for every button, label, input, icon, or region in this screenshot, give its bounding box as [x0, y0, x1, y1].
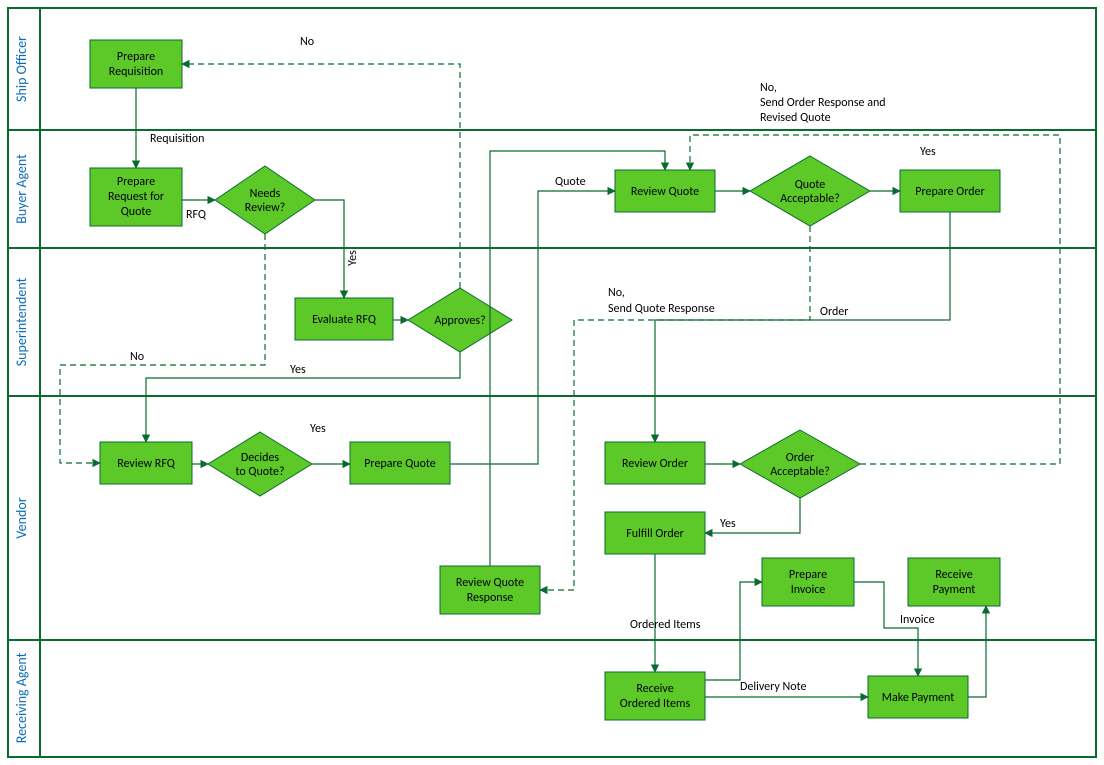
svg-text:Quote: Quote: [121, 205, 152, 219]
node-evaluate-rfq: Evaluate RFQ: [295, 298, 393, 340]
svg-text:Prepare: Prepare: [117, 50, 155, 64]
label-order: Order: [820, 305, 848, 319]
label-rfq: RFQ: [186, 208, 207, 222]
svg-text:Needs: Needs: [250, 187, 281, 201]
edge-makepay-recvpay: [968, 606, 986, 697]
edge-order: [655, 212, 950, 442]
label-no-sendor3: Revised Quote: [760, 111, 831, 125]
label-yes-vertical: Yes: [346, 250, 360, 266]
lane-label-buyer-agent: Buyer Agent: [13, 154, 30, 224]
label-delivery-note: Delivery Note: [740, 680, 806, 694]
svg-text:Receive: Receive: [636, 682, 673, 696]
node-prepare-rfq: Prepare Request for Quote: [90, 168, 182, 226]
node-prepare-requisition: Prepare Requisition: [90, 40, 182, 88]
node-needs-review: Needs Review?: [215, 166, 315, 234]
svg-text:Order: Order: [786, 451, 814, 465]
edge-oacc-no: [690, 135, 1060, 464]
svg-text:Prepare: Prepare: [117, 175, 155, 189]
node-decides-to-quote: Decides to Quote?: [208, 432, 312, 496]
node-review-order: Review Order: [605, 442, 705, 484]
node-receive-payment: Receive Payment: [908, 558, 1000, 606]
node-fulfill-order: Fulfill Order: [605, 512, 705, 554]
svg-text:Evaluate RFQ: Evaluate RFQ: [312, 313, 377, 327]
node-review-rfq: Review RFQ: [100, 442, 192, 484]
svg-text:Response: Response: [467, 591, 514, 605]
svg-text:Review Quote: Review Quote: [456, 576, 524, 590]
node-prepare-quote: Prepare Quote: [350, 442, 450, 484]
svg-text:Payment: Payment: [933, 583, 976, 597]
node-make-payment: Make Payment: [868, 676, 968, 718]
label-no-sendor1: No,: [760, 81, 777, 95]
svg-text:Invoice: Invoice: [791, 583, 826, 597]
svg-text:Prepare: Prepare: [789, 568, 827, 582]
svg-text:to Quote?: to Quote?: [235, 465, 284, 479]
svg-text:Acceptable?: Acceptable?: [780, 192, 840, 206]
svg-text:Review RFQ: Review RFQ: [117, 457, 176, 471]
label-no-sendor2: Send Order Response and: [760, 96, 886, 110]
svg-text:Request for: Request for: [108, 190, 164, 204]
label-quote: Quote: [555, 175, 586, 189]
lane-label-superintendent: Superintendent: [13, 277, 30, 366]
svg-text:Approves?: Approves?: [434, 314, 485, 328]
svg-text:Fulfill Order: Fulfill Order: [626, 527, 684, 541]
lane-label-ship-officer: Ship Officer: [13, 36, 30, 102]
svg-text:Review?: Review?: [245, 201, 285, 215]
svg-text:Requisition: Requisition: [109, 65, 163, 79]
node-prepare-order: Prepare Order: [900, 170, 1000, 212]
label-yes2: Yes: [310, 422, 326, 436]
svg-text:Ordered Items: Ordered Items: [620, 697, 691, 711]
label-ordered-items: Ordered Items: [630, 618, 701, 632]
svg-text:Decides: Decides: [241, 451, 279, 465]
label-requisition: Requisition: [150, 132, 204, 146]
label-no2: No: [130, 350, 144, 364]
svg-text:Make Payment: Make Payment: [882, 691, 954, 705]
node-receive-ordered-items: Receive Ordered Items: [605, 672, 705, 720]
lane-label-vendor: Vendor: [13, 497, 30, 538]
node-approves: Approves?: [408, 288, 512, 352]
svg-text:Prepare Order: Prepare Order: [915, 185, 984, 199]
svg-text:Quote: Quote: [795, 178, 826, 192]
svg-text:Review Quote: Review Quote: [631, 185, 699, 199]
label-yes3: Yes: [920, 145, 936, 159]
node-prepare-invoice: Prepare Invoice: [762, 558, 854, 606]
label-yes1: Yes: [290, 363, 306, 377]
svg-text:Receive: Receive: [935, 568, 972, 582]
node-order-acceptable: Order Acceptable?: [740, 430, 860, 498]
edge-recvord-to-prepinv: [705, 582, 762, 680]
svg-text:Review Order: Review Order: [622, 457, 688, 471]
label-no-sendqr1: No,: [608, 286, 625, 300]
svg-text:Prepare Quote: Prepare Quote: [364, 457, 436, 471]
node-quote-acceptable: Quote Acceptable?: [750, 156, 870, 226]
label-no-sendqr2: Send Quote Response: [608, 302, 715, 316]
label-yes4: Yes: [720, 517, 736, 531]
label-invoice: Invoice: [900, 613, 935, 627]
svg-text:Acceptable?: Acceptable?: [770, 465, 830, 479]
node-review-quote: Review Quote: [615, 170, 715, 212]
edge-needs-review-no: [60, 234, 265, 463]
lane-label-receiving-agent: Receiving Agent: [13, 652, 30, 743]
label-no1: No: [300, 35, 314, 49]
node-review-quote-response: Review Quote Response: [440, 566, 540, 614]
edge-rqr-to-revquote: [490, 151, 665, 566]
swimlane-diagram: Ship Officer Buyer Agent Superintendent …: [0, 0, 1104, 765]
edge-approves-no: [182, 64, 460, 288]
